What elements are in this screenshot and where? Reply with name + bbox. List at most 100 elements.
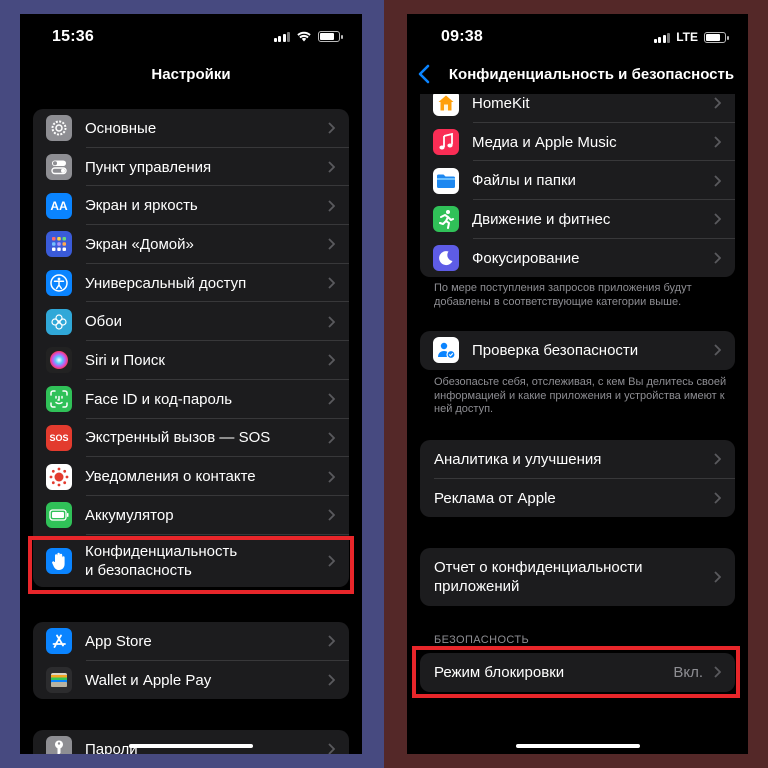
page-title: Настройки <box>151 66 231 83</box>
home-indicator <box>129 744 253 748</box>
settings-item-face-id[interactable]: Face ID и код-пароль <box>33 380 349 419</box>
exposure-icon <box>46 463 72 490</box>
safety-check-group: Проверка безопасности <box>420 331 735 370</box>
music-icon <box>433 129 459 156</box>
accessibility-icon <box>46 270 72 297</box>
chevron-right-icon <box>714 453 721 465</box>
moon-icon <box>433 245 459 272</box>
home-grid-icon <box>46 231 72 258</box>
settings-item-label: App Store <box>85 632 152 650</box>
signal-icon <box>273 31 290 42</box>
status-time: 15:36 <box>52 28 94 45</box>
app-privacy-report-line2: приложений <box>434 578 520 595</box>
wifi-icon <box>297 31 311 42</box>
settings-item-wallet[interactable]: Wallet и Apple Pay <box>33 661 349 700</box>
chevron-right-icon <box>714 213 721 226</box>
permission-item-label: HomeKit <box>472 94 530 112</box>
settings-item-label: Аккумулятор <box>85 506 174 524</box>
safety-check-icon <box>433 337 459 364</box>
chevron-right-icon <box>714 175 721 187</box>
chevron-right-icon <box>328 393 335 405</box>
settings-item-label: Универсальный доступ <box>85 274 247 292</box>
settings-screen: 15:36 Настройки Основные Пункт управлени… <box>20 14 362 754</box>
back-chevron-icon[interactable] <box>415 62 437 86</box>
settings-item-emergency-sos[interactable]: SOS Экстренный вызов — SOS <box>33 419 349 458</box>
permission-item-focus[interactable]: Фокусирование <box>420 239 735 278</box>
analytics-label: Аналитика и улучшения <box>434 450 602 468</box>
chevron-right-icon <box>714 97 721 109</box>
settings-item-accessibility[interactable]: Универсальный доступ <box>33 264 349 303</box>
chevron-right-icon <box>328 432 335 444</box>
app-privacy-report-line1: Отчет о конфиденциальности <box>434 559 643 576</box>
safety-footnote: Обезопасьте себя, отслеживая, с кем Вы д… <box>434 376 727 415</box>
permission-item-motion-fitness[interactable]: Движение и фитнес <box>420 200 735 239</box>
security-section-header: БЕЗОПАСНОСТЬ <box>434 634 530 646</box>
flower-icon <box>46 308 72 335</box>
settings-item-display[interactable]: AA Экран и яркость <box>33 186 349 226</box>
wallet-icon <box>46 667 72 694</box>
apps-footnote: По мере поступления запросов приложения … <box>434 282 692 308</box>
settings-item-label: Экран и яркость <box>85 197 198 215</box>
battery-icon <box>46 502 72 529</box>
permission-item-media-music[interactable]: Медиа и Apple Music <box>420 123 735 162</box>
home-indicator <box>515 744 640 748</box>
app-privacy-report-group: Отчет о конфиденциальности приложений <box>420 548 735 606</box>
home-icon <box>433 90 459 117</box>
settings-item-label: Основные <box>85 119 157 137</box>
siri-icon <box>46 347 72 374</box>
safety-check-item[interactable]: Проверка безопасности <box>420 331 735 370</box>
folder-icon <box>433 167 459 194</box>
chevron-right-icon <box>328 509 335 521</box>
settings-group-main: Основные Пункт управления AA Экран и ярк… <box>33 109 349 587</box>
settings-group-passwords: Пароли <box>33 730 349 754</box>
chevron-right-icon <box>714 252 721 264</box>
chevron-right-icon <box>328 470 335 483</box>
settings-item-siri[interactable]: Siri и Поиск <box>33 341 349 380</box>
permission-item-files-folders[interactable]: Файлы и папки <box>420 161 735 201</box>
settings-item-app-store[interactable]: App Store <box>33 622 349 661</box>
settings-item-control-center[interactable]: Пункт управления <box>33 148 349 187</box>
settings-item-passwords[interactable]: Пароли <box>33 730 349 754</box>
apple-advertising-label: Реклама от Apple <box>434 489 556 507</box>
analytics-item[interactable]: Аналитика и улучшения <box>420 440 735 479</box>
face-id-icon <box>46 386 72 413</box>
app-privacy-report-item[interactable]: Отчет о конфиденциальности приложений <box>420 548 735 606</box>
permission-item-label: Медиа и Apple Music <box>472 133 617 151</box>
chevron-right-icon <box>328 238 335 251</box>
chevron-right-icon <box>714 136 721 148</box>
settings-item-battery[interactable]: Аккумулятор <box>33 496 349 535</box>
chevron-right-icon <box>328 674 335 686</box>
toggles-icon <box>46 154 72 181</box>
chevron-right-icon <box>714 571 721 583</box>
settings-item-exposure-notifications[interactable]: Уведомления о контакте <box>33 457 349 496</box>
nav-bar-backdrop <box>407 84 748 94</box>
signal-icon <box>653 32 671 43</box>
battery-status-icon <box>704 31 729 43</box>
settings-item-label: Экран «Домой» <box>85 235 194 253</box>
settings-item-label: Siri и Поиск <box>85 351 165 369</box>
chevron-right-icon <box>328 635 335 647</box>
chevron-right-icon <box>328 122 335 134</box>
settings-group-store: App Store Wallet и Apple Pay <box>33 622 349 700</box>
network-type: LTE <box>676 30 698 44</box>
chevron-right-icon <box>714 492 721 504</box>
settings-item-home-screen[interactable]: Экран «Домой» <box>33 225 349 264</box>
privacy-security-screen: 09:38 LTE Конфиденциальность и безопасно… <box>407 14 748 754</box>
settings-item-label: Уведомления о контакте <box>85 468 256 486</box>
chevron-right-icon <box>328 354 335 367</box>
app-permissions-group: HomeKit Медиа и Apple Music Файлы и папк… <box>420 84 735 278</box>
chevron-right-icon <box>328 200 335 212</box>
apple-advertising-item[interactable]: Реклама от Apple <box>420 479 735 518</box>
status-time: 09:38 <box>441 28 483 45</box>
chevron-right-icon <box>328 161 335 173</box>
status-bar: 15:36 <box>20 14 362 58</box>
analytics-group: Аналитика и улучшения Реклама от Apple <box>420 440 735 518</box>
settings-item-general[interactable]: Основные <box>33 109 349 148</box>
chevron-right-icon <box>714 344 721 356</box>
battery-status-icon <box>318 30 343 42</box>
permission-item-label: Движение и фитнес <box>472 210 611 228</box>
settings-item-wallpaper[interactable]: Обои <box>33 302 349 342</box>
highlight-lockdown-mode <box>412 646 740 698</box>
safety-check-label: Проверка безопасности <box>472 341 639 359</box>
text-size-icon: AA <box>46 192 72 219</box>
